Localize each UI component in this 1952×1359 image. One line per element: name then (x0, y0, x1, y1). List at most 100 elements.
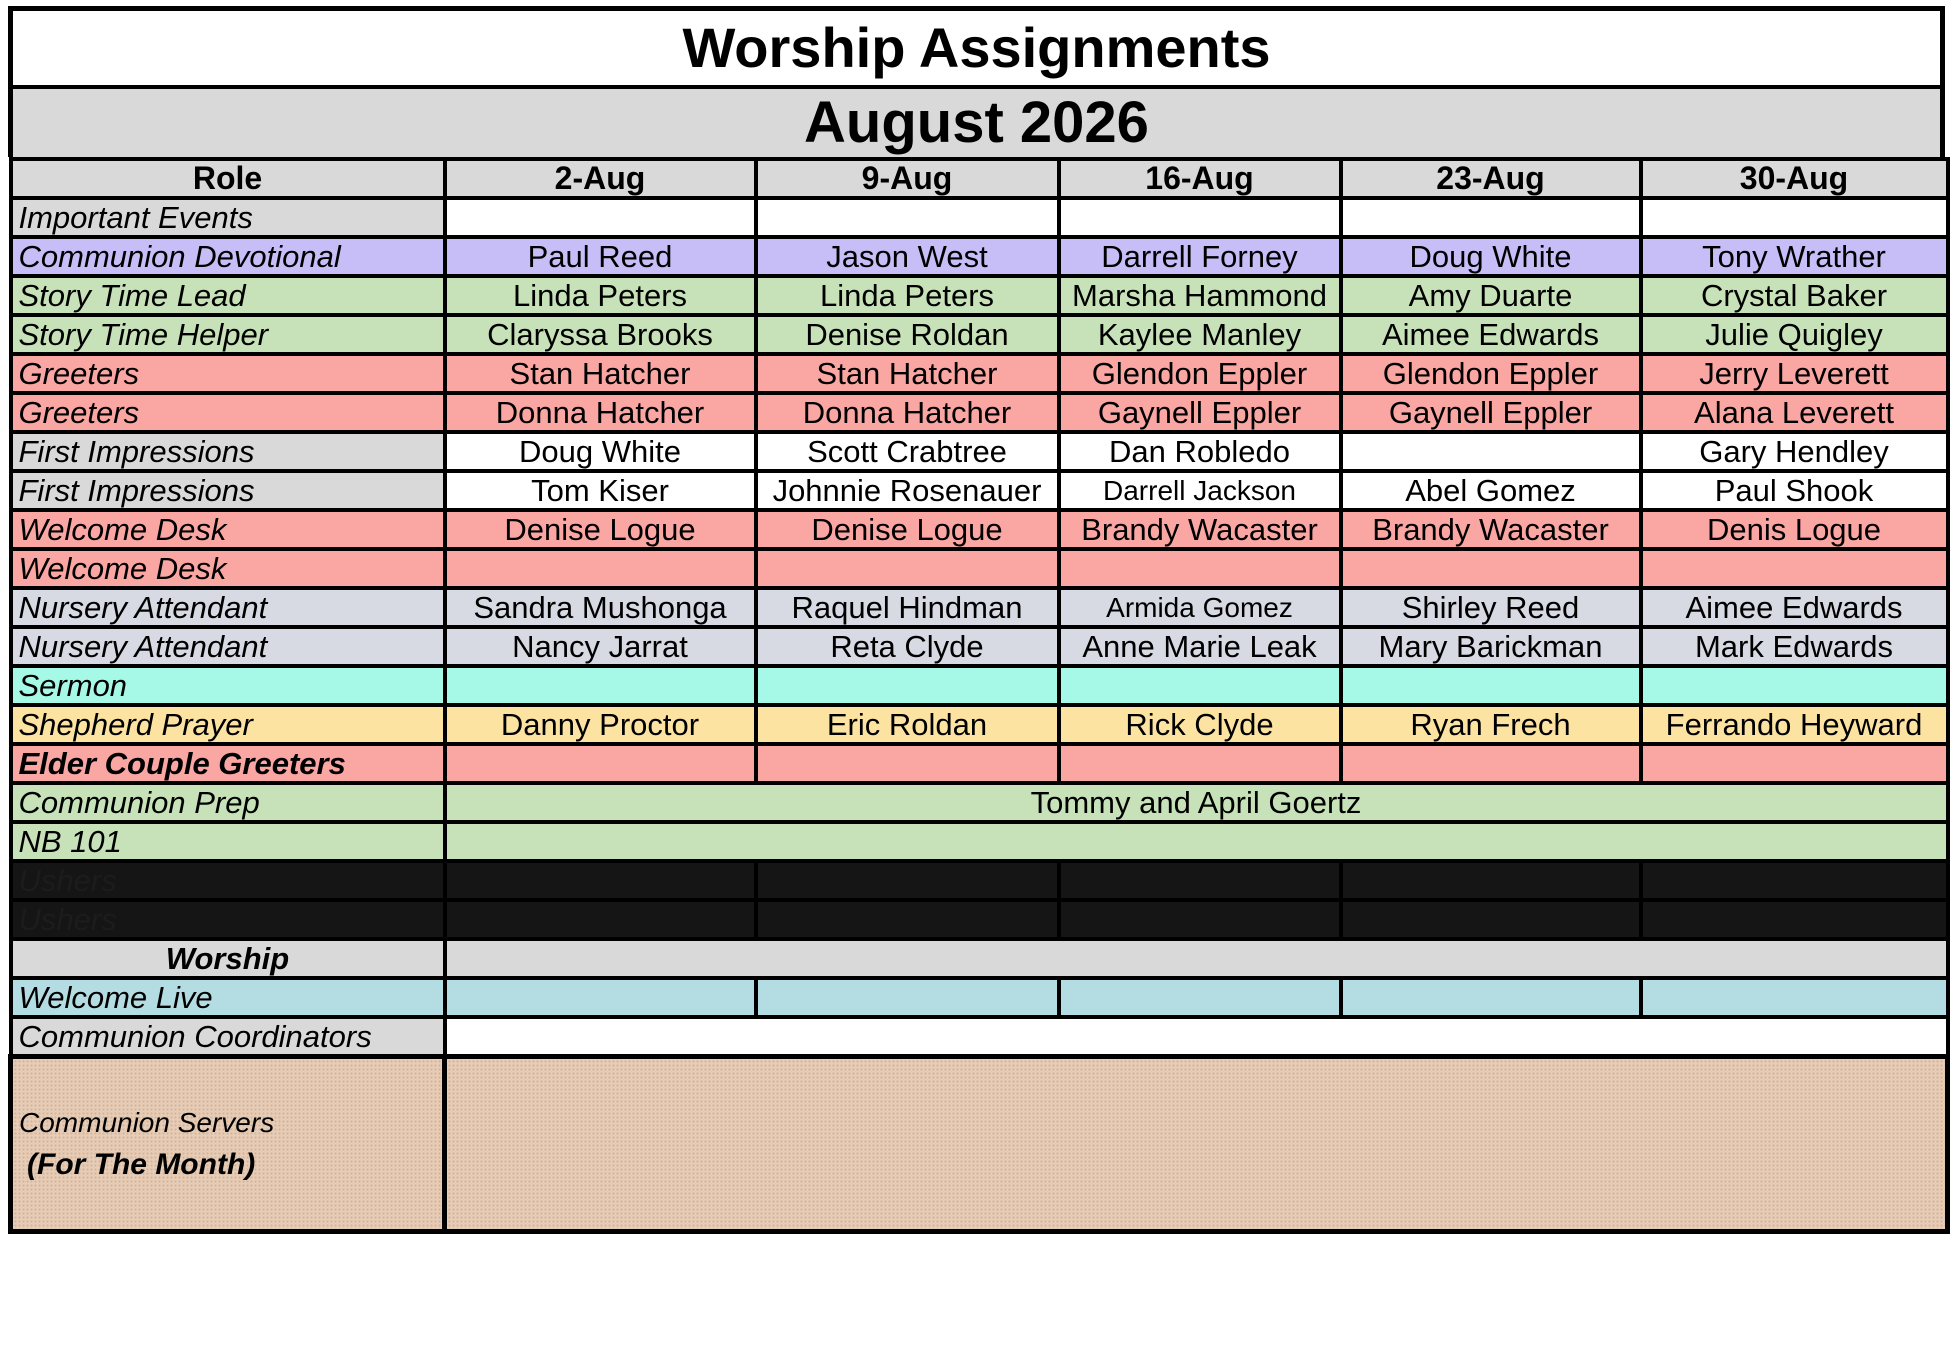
header-date: 23-Aug (1338, 157, 1643, 200)
assignment-cell (1638, 547, 1950, 590)
worship-section-row: Worship (8, 937, 1950, 980)
header-date: 30-Aug (1638, 157, 1950, 200)
assignment-cell: Paul Shook (1638, 469, 1950, 512)
assignment-cell: Anne Marie Leak (1056, 625, 1343, 668)
header-date: 16-Aug (1056, 157, 1343, 200)
assignment-cell (1638, 664, 1950, 707)
assignment-cell: Ryan Frech (1338, 703, 1643, 746)
role-label: Important Events (8, 196, 447, 239)
assignment-cell (1338, 898, 1643, 941)
assignment-cell: Aimee Edwards (1338, 313, 1643, 356)
role-label: Story Time Lead (8, 274, 447, 317)
role-label: First Impressions (8, 469, 447, 512)
assignment-cell: Scott Crabtree (753, 430, 1061, 473)
assignment-cell: Alana Leverett (1638, 391, 1950, 434)
table-row: Elder Couple Greeters (8, 742, 1950, 785)
assignment-cell (1338, 664, 1643, 707)
nb101-cell (442, 820, 1950, 863)
table-row: Welcome Desk Denise Logue Denise Logue B… (8, 508, 1950, 551)
assignment-cell: Tony Wrather (1638, 235, 1950, 278)
communion-servers-subtitle: (For The Month) (27, 1148, 256, 1181)
table-row: Greeters Stan Hatcher Stan Hatcher Glend… (8, 352, 1950, 395)
table-row: Important Events (8, 196, 1950, 239)
table-row: Shepherd Prayer Danny Proctor Eric Rolda… (8, 703, 1950, 746)
assignment-cell (1056, 742, 1343, 785)
assignment-cell: Doug White (1338, 235, 1643, 278)
assignment-cell (753, 664, 1061, 707)
assignment-cell (442, 664, 758, 707)
assignment-cell: Abel Gomez (1338, 469, 1643, 512)
assignment-cell (1338, 547, 1643, 590)
header-row: Role 2-Aug 9-Aug 16-Aug 23-Aug 30-Aug (8, 157, 1950, 200)
table-row-ushers: Ushers (8, 898, 1950, 941)
assignment-cell: Sandra Mushonga (442, 586, 758, 629)
worship-section-label: Worship (8, 937, 447, 980)
assignment-cell: Donna Hatcher (442, 391, 758, 434)
assignment-cell (1056, 547, 1343, 590)
assignment-cell: Linda Peters (442, 274, 758, 317)
header-date: 2-Aug (442, 157, 758, 200)
assignment-cell (1338, 976, 1643, 1019)
assignment-cell: Armida Gomez (1056, 586, 1343, 629)
assignments-table: Role 2-Aug 9-Aug 16-Aug 23-Aug 30-Aug Im… (8, 157, 1950, 1234)
assignment-cell: Raquel Hindman (753, 586, 1061, 629)
sheet-title: Worship Assignments (8, 6, 1945, 89)
assignment-cell: Brandy Wacaster (1056, 508, 1343, 551)
assignment-cell: Rick Clyde (1056, 703, 1343, 746)
assignment-cell: Mary Barickman (1338, 625, 1643, 668)
header-role: Role (8, 157, 447, 200)
assignment-cell: Paul Reed (442, 235, 758, 278)
role-label: Greeters (8, 352, 447, 395)
role-label: Greeters (8, 391, 447, 434)
role-label: Welcome Desk (8, 508, 447, 551)
assignment-cell (1338, 430, 1643, 473)
assignment-cell (1638, 859, 1950, 902)
role-label: First Impressions (8, 430, 447, 473)
table-row: Greeters Donna Hatcher Donna Hatcher Gay… (8, 391, 1950, 434)
assignment-cell: Glendon Eppler (1338, 352, 1643, 395)
assignment-cell (442, 898, 758, 941)
communion-servers-title: Communion Servers (19, 1107, 275, 1138)
assignment-cell (442, 859, 758, 902)
role-label: Sermon (8, 664, 447, 707)
role-label: Ushers (8, 898, 447, 941)
assignment-cell (1338, 742, 1643, 785)
assignment-cell: Dan Robledo (1056, 430, 1343, 473)
assignment-cell (1338, 196, 1643, 239)
assignment-cell (1056, 898, 1343, 941)
table-row-welcome-live: Welcome Live (8, 976, 1950, 1019)
assignment-cell: Julie Quigley (1638, 313, 1950, 356)
assignment-cell (1638, 976, 1950, 1019)
assignment-cell: Nancy Jarrat (442, 625, 758, 668)
table-row: Nursery Attendant Nancy Jarrat Reta Clyd… (8, 625, 1950, 668)
assignment-cell: Crystal Baker (1638, 274, 1950, 317)
table-row-communion-coordinators: Communion Coordinators (8, 1015, 1950, 1059)
table-row-communion-servers: Communion Servers (For The Month) (8, 1054, 1950, 1234)
worship-section-fill (442, 937, 1950, 980)
assignment-cell (1638, 898, 1950, 941)
assignment-cell: Gaynell Eppler (1338, 391, 1643, 434)
table-row: Welcome Desk (8, 547, 1950, 590)
assignment-cell: Tom Kiser (442, 469, 758, 512)
assignment-cell (1056, 196, 1343, 239)
communion-coordinators-cell (442, 1015, 1950, 1059)
role-label: Welcome Desk (8, 547, 447, 590)
table-row: First Impressions Tom Kiser Johnnie Rose… (8, 469, 1950, 512)
assignment-cell (1338, 859, 1643, 902)
assignment-cell (442, 742, 758, 785)
assignment-cell: Aimee Edwards (1638, 586, 1950, 629)
communion-servers-cell (442, 1054, 1950, 1234)
table-row: Nursery Attendant Sandra Mushonga Raquel… (8, 586, 1950, 629)
header-date: 9-Aug (753, 157, 1061, 200)
assignment-cell: Doug White (442, 430, 758, 473)
assignment-cell: Danny Proctor (442, 703, 758, 746)
assignment-cell (1056, 664, 1343, 707)
communion-prep-cell: Tommy and April Goertz (442, 781, 1950, 824)
role-label: Nursery Attendant (8, 625, 447, 668)
role-label: Ushers (8, 859, 447, 902)
assignment-cell: Jason West (753, 235, 1061, 278)
month-title: August 2026 (8, 89, 1945, 157)
assignment-cell: Ferrando Heyward (1638, 703, 1950, 746)
assignment-cell: Reta Clyde (753, 625, 1061, 668)
table-row: Story Time Lead Linda Peters Linda Peter… (8, 274, 1950, 317)
